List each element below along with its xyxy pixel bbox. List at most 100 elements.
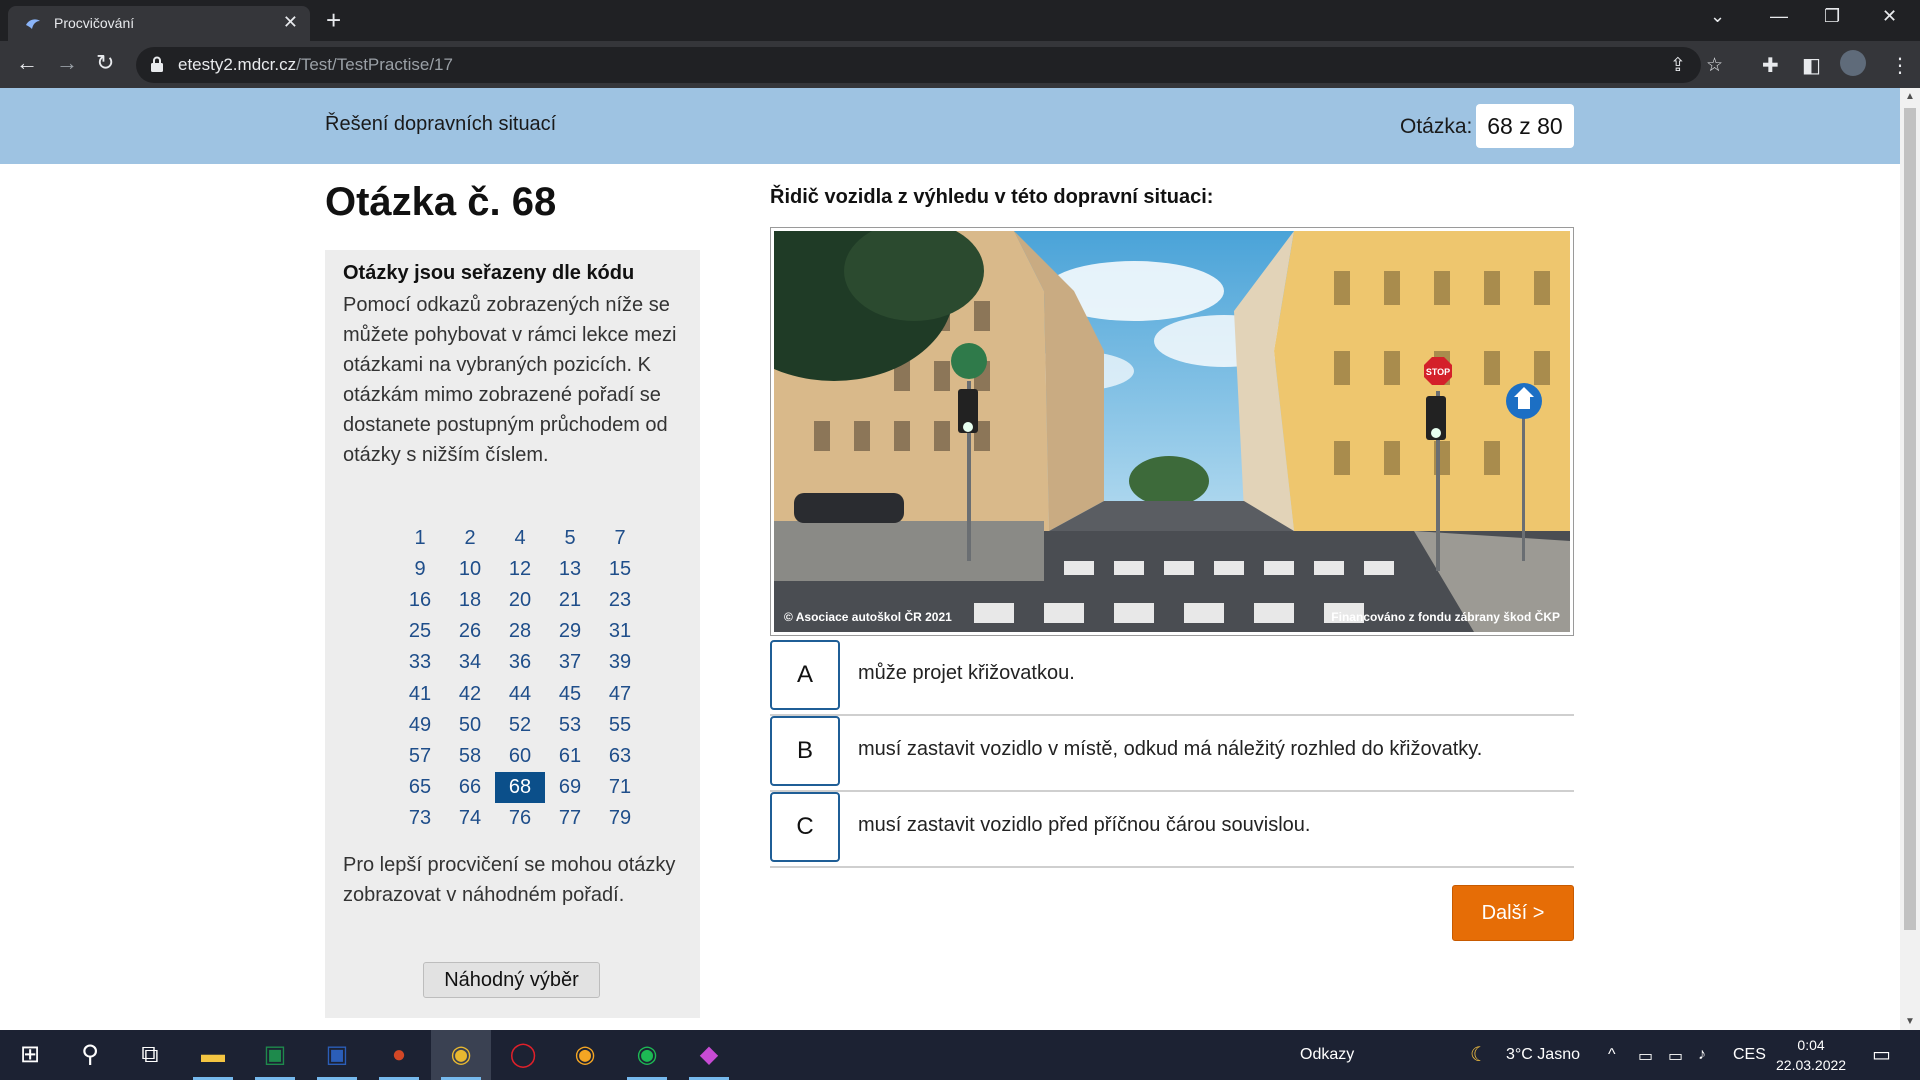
question-link[interactable]: 79 xyxy=(595,803,645,834)
network-icon[interactable]: ▭ xyxy=(1638,1046,1653,1066)
opera-icon[interactable]: ◯ xyxy=(493,1030,553,1080)
next-button[interactable]: Další > xyxy=(1452,885,1574,941)
question-link[interactable]: 28 xyxy=(495,616,545,647)
search-icon[interactable]: ⚲ xyxy=(60,1030,120,1080)
weather-moon-icon[interactable]: ☾ xyxy=(1470,1042,1488,1067)
volume-icon[interactable]: ♪ xyxy=(1698,1046,1706,1064)
language-indicator[interactable]: CES xyxy=(1733,1046,1766,1064)
maximize-icon[interactable]: ❐ xyxy=(1824,6,1840,27)
question-link[interactable]: 45 xyxy=(545,679,595,710)
question-link[interactable]: 53 xyxy=(545,710,595,741)
question-link[interactable]: 25 xyxy=(395,616,445,647)
question-link[interactable]: 76 xyxy=(495,803,545,834)
address-bar[interactable]: etesty2.mdcr.cz/Test/TestPractise/17 ⇪ ☆ xyxy=(136,47,1723,83)
side-panel-icon[interactable]: ◧ xyxy=(1802,53,1821,78)
close-window-icon[interactable]: ✕ xyxy=(1882,6,1897,27)
question-link[interactable]: 42 xyxy=(445,679,495,710)
answer-letter[interactable]: A xyxy=(770,640,840,710)
scroll-up-icon[interactable]: ▲ xyxy=(1905,91,1915,102)
question-link[interactable]: 57 xyxy=(395,741,445,772)
random-selection-button[interactable]: Náhodný výběr xyxy=(423,962,600,998)
file-explorer-icon[interactable]: ▬ xyxy=(183,1030,243,1080)
minimize-icon[interactable]: — xyxy=(1770,6,1788,27)
color-app-icon[interactable]: ◆ xyxy=(679,1030,739,1080)
browser-tab[interactable]: Procvičování ✕ xyxy=(8,6,310,41)
question-link[interactable]: 49 xyxy=(395,710,445,741)
question-link[interactable]: 41 xyxy=(395,679,445,710)
answer-letter[interactable]: B xyxy=(770,716,840,786)
question-link[interactable]: 69 xyxy=(545,772,595,803)
question-link[interactable]: 37 xyxy=(545,647,595,678)
question-link[interactable]: 77 xyxy=(545,803,595,834)
tab-search-icon[interactable]: ⌄ xyxy=(1710,6,1725,27)
question-link[interactable]: 65 xyxy=(395,772,445,803)
question-link[interactable]: 50 xyxy=(445,710,495,741)
question-link[interactable]: 20 xyxy=(495,585,545,616)
excel-icon[interactable]: ▣ xyxy=(245,1030,305,1080)
question-link[interactable]: 74 xyxy=(445,803,495,834)
page-scrollbar[interactable]: ▲ ▼ xyxy=(1900,88,1920,1030)
question-link[interactable]: 21 xyxy=(545,585,595,616)
clock[interactable]: 0:04 22.03.2022 xyxy=(1776,1035,1846,1075)
forward-icon[interactable]: → xyxy=(56,51,78,75)
bookmark-star-icon[interactable]: ☆ xyxy=(1706,54,1723,77)
chrome-icon[interactable]: ◉ xyxy=(431,1030,491,1080)
question-link[interactable]: 15 xyxy=(595,554,645,585)
reload-icon[interactable]: ↻ xyxy=(96,51,114,75)
question-link[interactable]: 26 xyxy=(445,616,495,647)
close-tab-icon[interactable]: ✕ xyxy=(283,12,298,33)
scrollbar-thumb[interactable] xyxy=(1904,108,1916,930)
question-link[interactable]: 71 xyxy=(595,772,645,803)
share-icon[interactable]: ⇪ xyxy=(1670,54,1686,77)
start-icon[interactable]: ⊞ xyxy=(0,1030,60,1080)
back-icon[interactable]: ← xyxy=(16,51,38,75)
battery-icon[interactable]: ▭ xyxy=(1668,1046,1683,1066)
question-link[interactable]: 13 xyxy=(545,554,595,585)
powerpoint-icon[interactable]: ● xyxy=(369,1030,429,1080)
word-icon[interactable]: ▣ xyxy=(307,1030,367,1080)
question-link[interactable]: 61 xyxy=(545,741,595,772)
menu-icon[interactable]: ⋮ xyxy=(1890,53,1910,78)
scroll-down-icon[interactable]: ▼ xyxy=(1905,1016,1915,1027)
question-link[interactable]: 33 xyxy=(395,647,445,678)
question-link[interactable]: 2 xyxy=(445,523,495,554)
question-link[interactable]: 34 xyxy=(445,647,495,678)
answer-option-a[interactable]: A může projet křižovatkou. xyxy=(770,640,1574,716)
question-link[interactable]: 39 xyxy=(595,647,645,678)
question-link[interactable]: 47 xyxy=(595,679,645,710)
links-toolbar[interactable]: Odkazy xyxy=(1300,1046,1354,1064)
question-link[interactable]: 63 xyxy=(595,741,645,772)
answer-option-c[interactable]: C musí zastavit vozidlo před příčnou čár… xyxy=(770,792,1574,868)
question-link[interactable]: 55 xyxy=(595,710,645,741)
new-tab-icon[interactable]: + xyxy=(326,6,341,34)
question-link[interactable]: 16 xyxy=(395,585,445,616)
question-link[interactable]: 52 xyxy=(495,710,545,741)
question-link[interactable]: 44 xyxy=(495,679,545,710)
question-link[interactable]: 9 xyxy=(395,554,445,585)
weather-text[interactable]: 3°C Jasno xyxy=(1506,1046,1580,1064)
task-view-icon[interactable]: ⧉ xyxy=(120,1030,180,1080)
question-link[interactable]: 68 xyxy=(495,771,545,803)
question-link[interactable]: 29 xyxy=(545,616,595,647)
question-link[interactable]: 66 xyxy=(445,772,495,803)
answer-letter[interactable]: C xyxy=(770,792,840,862)
question-link[interactable]: 60 xyxy=(495,741,545,772)
extensions-icon[interactable]: ✚ xyxy=(1762,53,1779,78)
profile-avatar[interactable] xyxy=(1840,50,1866,76)
answer-option-b[interactable]: B musí zastavit vozidlo v místě, odkud m… xyxy=(770,716,1574,792)
vpn-icon[interactable]: ◉ xyxy=(555,1030,615,1080)
question-link[interactable]: 4 xyxy=(495,523,545,554)
question-link[interactable]: 23 xyxy=(595,585,645,616)
question-link[interactable]: 1 xyxy=(395,523,445,554)
question-link[interactable]: 10 xyxy=(445,554,495,585)
question-link[interactable]: 5 xyxy=(545,523,595,554)
question-link[interactable]: 18 xyxy=(445,585,495,616)
question-link[interactable]: 73 xyxy=(395,803,445,834)
question-link[interactable]: 36 xyxy=(495,647,545,678)
spotify-icon[interactable]: ◉ xyxy=(617,1030,677,1080)
question-link[interactable]: 58 xyxy=(445,741,495,772)
question-link[interactable]: 12 xyxy=(495,554,545,585)
question-link[interactable]: 7 xyxy=(595,523,645,554)
question-link[interactable]: 31 xyxy=(595,616,645,647)
tray-chevron-icon[interactable]: ^ xyxy=(1608,1046,1616,1064)
